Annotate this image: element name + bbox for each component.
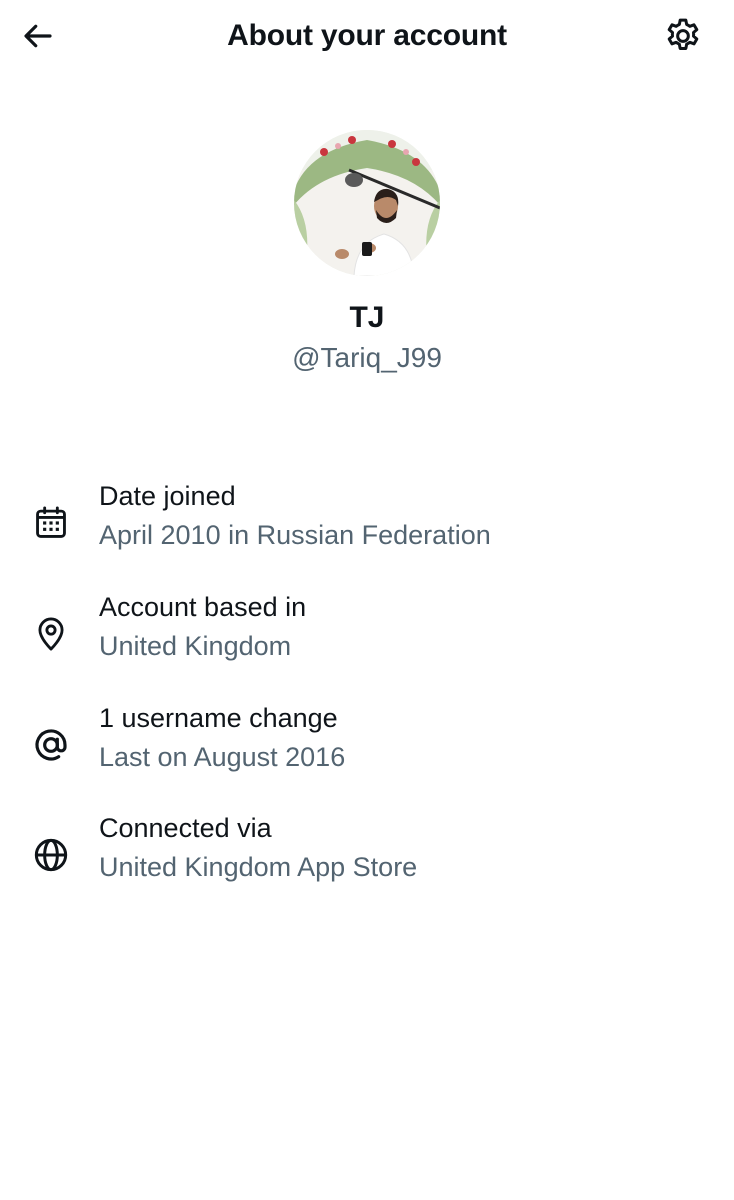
connected-via-label: Connected via bbox=[99, 813, 272, 843]
calendar-icon bbox=[36, 506, 66, 538]
username-handle: @Tariq_J99 bbox=[292, 342, 442, 373]
settings-button[interactable] bbox=[660, 14, 706, 58]
location-pin-icon bbox=[38, 617, 64, 651]
account-based-in-label: Account based in bbox=[99, 592, 307, 622]
gear-icon bbox=[667, 18, 699, 50]
date-joined-label: Date joined bbox=[99, 481, 236, 511]
globe-icon bbox=[34, 838, 68, 872]
date-joined-value: April 2010 in Russian Federation bbox=[99, 520, 491, 550]
info-icon-wrapper bbox=[28, 832, 74, 878]
avatar[interactable] bbox=[294, 130, 440, 276]
info-icon-wrapper bbox=[28, 722, 74, 768]
username-change-value: Last on August 2016 bbox=[99, 742, 346, 772]
account-based-in-value: United Kingdom bbox=[99, 631, 292, 661]
connected-via-value: United Kingdom App Store bbox=[99, 852, 418, 882]
display-name: TJ bbox=[349, 301, 385, 334]
info-icon-wrapper bbox=[28, 611, 74, 657]
info-row-username-change: 1 username change Last on August 2016 bbox=[0, 700, 734, 792]
info-icon-wrapper bbox=[28, 500, 74, 546]
profile-photo bbox=[294, 130, 440, 276]
page-title: About your account bbox=[227, 19, 507, 52]
username-change-label: 1 username change bbox=[99, 703, 338, 733]
info-row-account-location: Account based in United Kingdom bbox=[0, 589, 734, 681]
info-row-connected-via: Connected via United Kingdom App Store bbox=[0, 810, 734, 902]
at-sign-icon bbox=[35, 729, 67, 761]
top-app-bar: About your account bbox=[0, 0, 734, 74]
info-row-date-joined: Date joined April 2010 in Russian Federa… bbox=[0, 478, 734, 570]
